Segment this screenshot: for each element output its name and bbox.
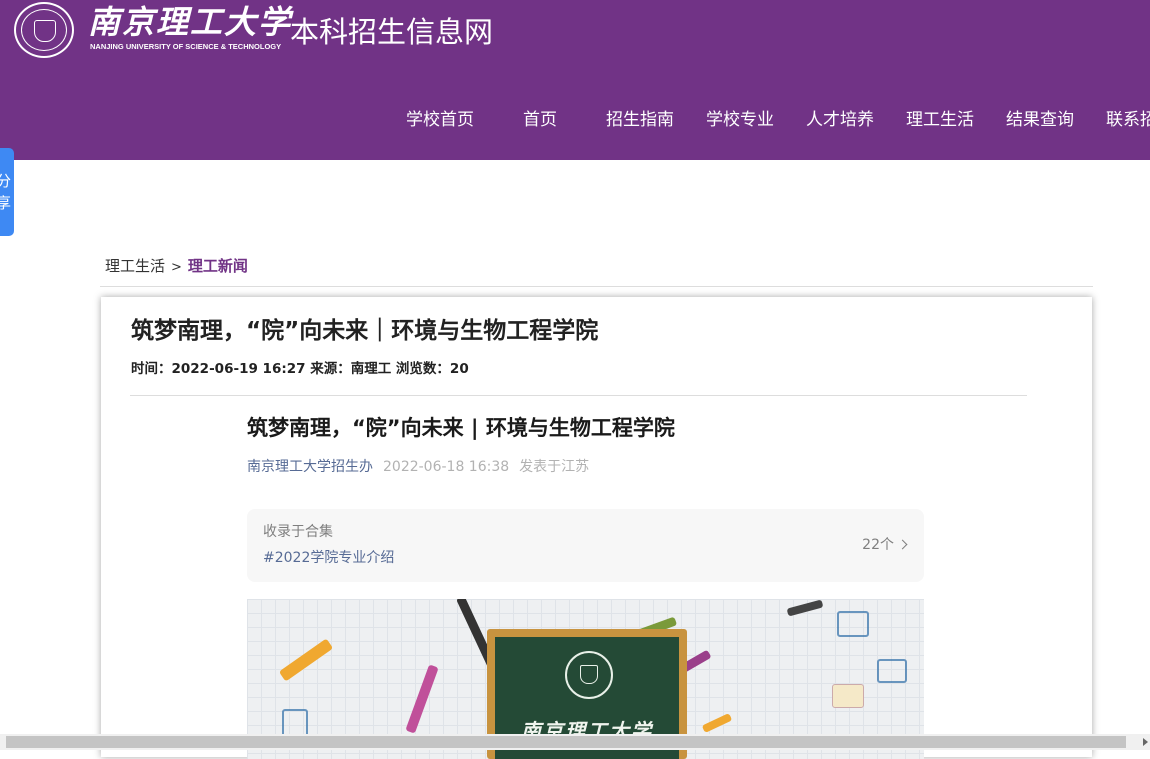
nav-item-majors[interactable]: 学校专业 <box>706 104 774 136</box>
site-header: 南京理工大学 NANJING UNIVERSITY OF SCIENCE & T… <box>0 0 1150 160</box>
scrollbar-thumb[interactable] <box>6 736 1126 748</box>
pencil-decoration <box>832 684 864 708</box>
wechat-post-author[interactable]: 南京理工大学招生办 <box>247 459 373 475</box>
horizontal-scrollbar[interactable] <box>0 734 1150 750</box>
nav-item-talent-training[interactable]: 人才培养 <box>806 104 874 136</box>
collection-count: 22个 <box>862 537 894 553</box>
breadcrumb-separator: > <box>171 260 182 275</box>
scroll-right-arrow-icon[interactable] <box>1143 738 1148 746</box>
nav-item-admission-guide[interactable]: 招生指南 <box>606 104 674 136</box>
nav-item-school-home[interactable]: 学校首页 <box>406 104 474 136</box>
nav-item-campus-life[interactable]: 理工生活 <box>906 104 974 136</box>
pencil-decoration <box>278 638 334 682</box>
nav-item-home[interactable]: 首页 <box>523 104 557 136</box>
breadcrumb: 理工生活 > 理工新闻 <box>105 255 248 279</box>
collection-card[interactable]: 收录于合集 #2022学院专业介绍 22个 <box>247 509 924 582</box>
wechat-post-title: 筑梦南理，“院”向未来 | 环境与生物工程学院 <box>247 416 675 440</box>
university-seal-icon <box>565 651 613 699</box>
article-divider <box>130 395 1027 396</box>
chevron-right-icon <box>897 539 908 550</box>
wechat-post-date: 2022-06-18 16:38 <box>383 459 510 475</box>
share-tab-label: 分享 <box>0 172 12 212</box>
pencil-decoration <box>701 713 733 733</box>
university-seal-logo[interactable] <box>14 2 74 58</box>
collection-label: 收录于合集 <box>263 524 333 540</box>
main-nav: 学校首页 首页 招生指南 学校专业 人才培养 理工生活 结果查询 联系招 <box>390 104 1150 136</box>
article-card: 筑梦南理，“院”向未来｜环境与生物工程学院 时间：2022-06-19 16:2… <box>101 297 1092 759</box>
university-name-cn[interactable]: 南京理工大学 <box>88 0 292 44</box>
wechat-post-meta: 南京理工大学招生办 2022-06-18 16:38 发表于江苏 <box>247 456 589 478</box>
share-tab[interactable]: 分享 <box>0 148 14 236</box>
collection-tag[interactable]: #2022学院专业介绍 <box>263 547 394 569</box>
breadcrumb-parent[interactable]: 理工生活 <box>105 257 165 275</box>
article-meta: 时间：2022-06-19 16:27 来源：南理工 浏览数：20 <box>131 361 469 377</box>
breadcrumb-current[interactable]: 理工新闻 <box>188 257 248 275</box>
sketch-decoration <box>877 659 907 683</box>
breadcrumb-divider <box>100 286 1093 287</box>
sketch-decoration <box>837 611 869 637</box>
pencil-decoration <box>786 599 824 617</box>
university-name-en: NANJING UNIVERSITY OF SCIENCE & TECHNOLO… <box>90 42 282 51</box>
article-title: 筑梦南理，“院”向未来｜环境与生物工程学院 <box>131 318 599 344</box>
nav-item-result-query[interactable]: 结果查询 <box>1006 104 1074 136</box>
nav-item-contact[interactable]: 联系招 <box>1106 104 1150 136</box>
wechat-post-location: 发表于江苏 <box>519 459 590 475</box>
site-name: 本科招生信息网 <box>290 15 494 49</box>
pencil-decoration <box>405 664 439 734</box>
